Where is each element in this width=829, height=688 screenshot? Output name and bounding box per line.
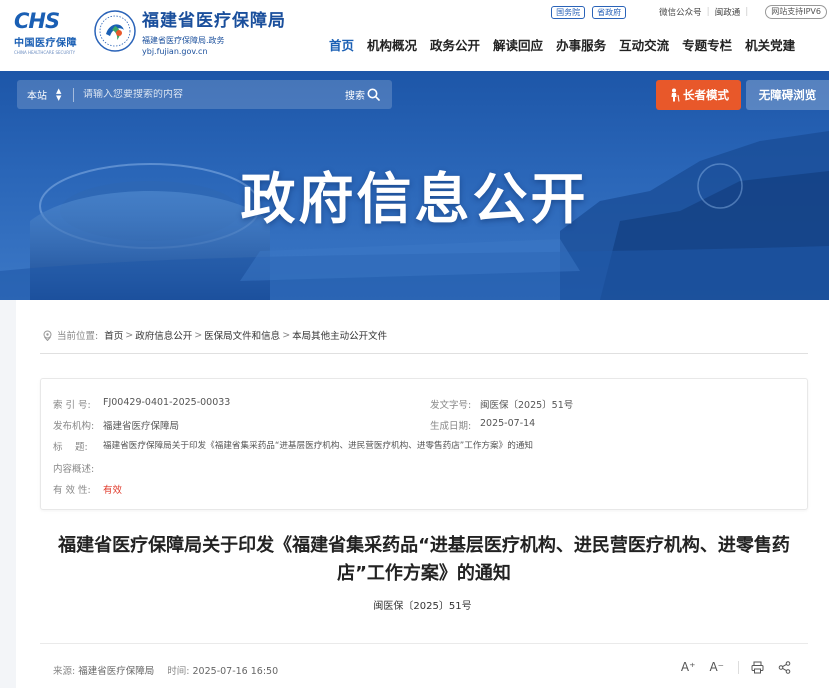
meta-issuer-value: 福建省医疗保障局 <box>103 421 180 432</box>
document-title: 福建省医疗保障局关于印发《福建省集采药品“进基层医疗机构、进民营医疗机构、进零售… <box>58 535 790 584</box>
province-gov-link[interactable]: 省政府 <box>592 5 627 19</box>
meta-date-label: 生成日期: <box>430 421 472 432</box>
meta-issuer-label: 发布机构: <box>53 421 95 432</box>
title-divider <box>40 643 808 644</box>
share-icon <box>778 660 791 674</box>
time-value: 2025-07-16 16:50 <box>192 666 279 677</box>
document-meta-box: 索 引 号: FJ00429-0401-2025-00033 发文字号: 闽医保… <box>40 378 808 510</box>
document-number: 闽医保〔2025〕51号 <box>373 601 472 612</box>
document-tools: A⁺ A⁻ <box>667 660 791 674</box>
search-icon <box>367 88 380 101</box>
wechat-link[interactable]: 微信公众号 <box>659 6 702 18</box>
meta-summary-label: 内容概述: <box>53 464 95 475</box>
font-increase-button[interactable]: A⁺ <box>681 660 696 674</box>
main-nav: 首页 机构概况 政务公开 解读回应 办事服务 互动交流 专题专栏 机关党建 <box>329 37 808 55</box>
site-domain: ybj.fujian.gov.cn <box>142 47 208 56</box>
chs-logo-cn: 中国医疗保障 <box>14 38 77 49</box>
nav-party-building[interactable]: 机关党建 <box>745 37 795 55</box>
chs-logo-text: CHS <box>14 9 60 33</box>
meta-issuer-row: 发布机构: 福建省医疗保障局 <box>53 418 179 432</box>
meta-validity-label: 有 效 性: <box>53 485 91 496</box>
banner-title: 政府信息公开 <box>240 167 589 231</box>
meta-docno-row: 发文字号: 闽医保〔2025〕51号 <box>430 397 573 411</box>
breadcrumb-divider <box>40 353 808 354</box>
chs-logo-en: CHINA HEALTHCARE SECURITY <box>14 50 76 55</box>
source-value: 福建省医疗保障局 <box>78 666 155 677</box>
print-icon <box>751 661 764 673</box>
minzhengtong-link[interactable]: 闽政通 <box>715 6 741 18</box>
meta-title-row: 标 题: 福建省医疗保障局关于印发《福建省集采药品“进基层医疗机构、进民营医疗机… <box>53 439 533 453</box>
bureau-emblem-icon <box>94 10 136 52</box>
meta-summary-row: 内容概述: <box>53 461 103 475</box>
search-input[interactable] <box>74 89 345 100</box>
nav-org-overview[interactable]: 机构概况 <box>367 37 417 55</box>
nav-home[interactable]: 首页 <box>329 37 354 55</box>
meta-title-value: 福建省医疗保障局关于印发《福建省集采药品“进基层医疗机构、进民营医疗机构、进零售… <box>103 441 534 451</box>
nav-special-topics[interactable]: 专题专栏 <box>682 37 732 55</box>
nav-services[interactable]: 办事服务 <box>556 37 606 55</box>
meta-index-row: 索 引 号: FJ00429-0401-2025-00033 <box>53 397 230 411</box>
search-scope-label: 本站 <box>27 91 47 102</box>
font-decrease-button[interactable]: A⁻ <box>709 660 724 674</box>
state-council-link[interactable]: 国务院 <box>551 5 586 19</box>
meta-validity-value: 有效 <box>103 485 123 496</box>
breadcrumb-gov-info[interactable]: 政府信息公开 <box>135 328 192 342</box>
content-panel: 当前位置: 首页 > 政府信息公开 > 医保局文件和信息 > 本局其他主动公开文… <box>16 300 829 688</box>
breadcrumb-bureau-docs[interactable]: 医保局文件和信息 <box>204 328 280 342</box>
nav-gov-affairs[interactable]: 政务公开 <box>430 37 480 55</box>
source-label: 来源: <box>53 666 76 677</box>
meta-docno-value: 闽医保〔2025〕51号 <box>480 400 574 411</box>
topbar-divider: | <box>706 7 710 17</box>
ipv6-badge: 网站支持IPV6 <box>765 5 827 19</box>
share-button[interactable] <box>778 660 791 674</box>
breadcrumb-separator: > <box>194 329 203 341</box>
breadcrumb-separator: > <box>282 329 291 341</box>
nav-interaction[interactable]: 互动交流 <box>619 37 669 55</box>
breadcrumb-other-docs[interactable]: 本局其他主动公开文件 <box>292 328 387 342</box>
elder-mode-button[interactable]: 长者模式 <box>656 80 741 110</box>
site-subname: 福建省医疗保障局.政务 <box>142 36 225 45</box>
meta-index-label: 索 引 号: <box>53 400 91 411</box>
elder-mode-label: 长者模式 <box>683 88 729 102</box>
up-down-chevron-icon: ▲ ▼ <box>56 86 62 102</box>
banner: 本站 ▲▼ 搜索 长者模式 无障碍浏览 政府信息公开 <box>0 71 829 300</box>
top-utility-bar: 国务院 省政府 微信公众号 | 闽政通 | 网站支持IPV6 <box>551 5 829 19</box>
breadcrumb-home[interactable]: 首页 <box>104 328 123 342</box>
elder-icon <box>671 88 680 102</box>
accessible-browse-button[interactable]: 无障碍浏览 <box>746 80 829 110</box>
site-name: 福建省医疗保障局 <box>142 11 286 31</box>
meta-validity-row: 有 效 性: 有效 <box>53 482 122 496</box>
site-name-block[interactable]: 福建省医疗保障局 福建省医疗保障局.政务 ybj.fujian.gov.cn <box>142 10 286 56</box>
breadcrumb: 当前位置: 首页 > 政府信息公开 > 医保局文件和信息 > 本局其他主动公开文… <box>42 328 387 342</box>
document-source-line: 来源: 福建省医疗保障局 时间: 2025-07-16 16:50 <box>53 663 278 677</box>
breadcrumb-label: 当前位置: <box>57 331 99 342</box>
meta-index-value: FJ00429-0401-2025-00033 <box>103 397 231 408</box>
time-label: 时间: <box>167 666 190 677</box>
search-button-label: 搜索 <box>345 91 365 102</box>
search-bar: 本站 ▲▼ 搜索 <box>17 80 392 109</box>
location-icon <box>43 330 52 341</box>
site-header: CHS 中国医疗保障 CHINA HEALTHCARE SECURITY 福建省… <box>0 0 829 71</box>
nav-interpretation[interactable]: 解读回应 <box>493 37 543 55</box>
meta-date-value: 2025-07-14 <box>480 418 536 429</box>
search-button[interactable]: 搜索 <box>345 87 392 102</box>
meta-title-label: 标 题: <box>53 442 88 453</box>
accessible-browse-label: 无障碍浏览 <box>758 88 817 102</box>
meta-docno-label: 发文字号: <box>430 400 472 411</box>
chs-logo[interactable]: CHS 中国医疗保障 CHINA HEALTHCARE SECURITY <box>14 10 84 55</box>
breadcrumb-separator: > <box>125 329 134 341</box>
topbar-divider: | <box>745 7 749 17</box>
search-scope-select[interactable]: 本站 ▲ ▼ <box>17 87 73 102</box>
print-button[interactable] <box>738 660 764 674</box>
meta-date-row: 生成日期: 2025-07-14 <box>430 418 535 432</box>
